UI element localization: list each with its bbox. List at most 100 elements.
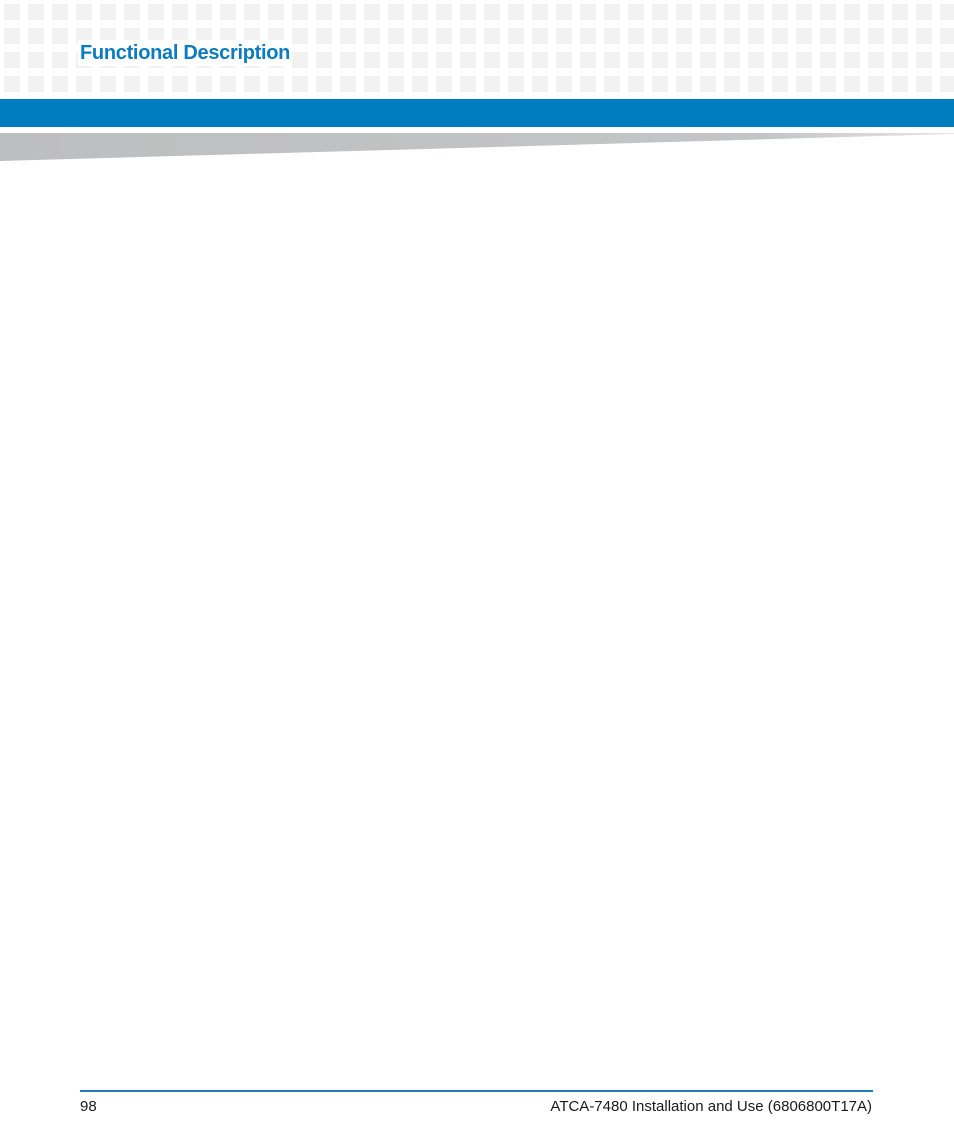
section-title: Functional Description <box>78 40 293 66</box>
decorative-square <box>748 76 764 92</box>
decorative-square <box>220 4 236 20</box>
decorative-square <box>316 28 332 44</box>
decorative-square <box>124 76 140 92</box>
decorative-square <box>628 28 644 44</box>
decorative-square <box>388 76 404 92</box>
decorative-square <box>436 52 452 68</box>
decorative-square <box>244 4 260 20</box>
decorative-square <box>772 28 788 44</box>
decorative-square <box>820 52 836 68</box>
decorative-square <box>4 76 20 92</box>
decorative-square <box>412 28 428 44</box>
decorative-square <box>292 52 308 68</box>
decorative-square <box>484 76 500 92</box>
decorative-square <box>532 52 548 68</box>
decorative-square <box>508 4 524 20</box>
decorative-square <box>28 28 44 44</box>
decorative-square <box>628 76 644 92</box>
decorative-square <box>772 76 788 92</box>
decorative-square <box>484 4 500 20</box>
decorative-square <box>508 52 524 68</box>
decorative-square <box>724 52 740 68</box>
decorative-square <box>940 4 954 20</box>
decorative-square <box>772 4 788 20</box>
decorative-square <box>268 76 284 92</box>
decorative-square <box>148 76 164 92</box>
decorative-square <box>532 28 548 44</box>
decorative-square <box>916 52 932 68</box>
decorative-square <box>316 76 332 92</box>
decorative-square <box>172 4 188 20</box>
decorative-square <box>364 52 380 68</box>
decorative-square <box>652 52 668 68</box>
document-title: ATCA-7480 Installation and Use (6806800T… <box>550 1098 872 1115</box>
decorative-square <box>844 28 860 44</box>
decorative-square <box>700 4 716 20</box>
decorative-square <box>364 28 380 44</box>
decorative-square <box>508 76 524 92</box>
decorative-square <box>340 28 356 44</box>
decorative-square <box>340 52 356 68</box>
decorative-square <box>460 52 476 68</box>
decorative-square <box>676 52 692 68</box>
decorative-square <box>676 4 692 20</box>
decorative-square <box>868 28 884 44</box>
decorative-square <box>580 4 596 20</box>
decorative-square <box>844 4 860 20</box>
decorative-square <box>604 4 620 20</box>
decorative-square <box>796 4 812 20</box>
decorative-square <box>916 76 932 92</box>
decorative-square <box>844 52 860 68</box>
decorative-square <box>916 28 932 44</box>
decorative-square <box>4 28 20 44</box>
decorative-square <box>892 76 908 92</box>
decorative-square <box>244 76 260 92</box>
decorative-square <box>700 28 716 44</box>
decorative-square <box>556 76 572 92</box>
decorative-square <box>556 28 572 44</box>
decorative-square <box>892 4 908 20</box>
decorative-square <box>340 4 356 20</box>
decorative-square <box>940 52 954 68</box>
decorative-square <box>580 28 596 44</box>
decorative-square <box>724 76 740 92</box>
decorative-square <box>436 28 452 44</box>
decorative-square <box>772 52 788 68</box>
decorative-square <box>316 4 332 20</box>
decorative-square <box>940 28 954 44</box>
decorative-square <box>556 52 572 68</box>
decorative-square <box>652 4 668 20</box>
decorative-square <box>532 76 548 92</box>
decorative-square <box>412 76 428 92</box>
decorative-square <box>292 76 308 92</box>
decorative-square <box>52 28 68 44</box>
decorative-square <box>820 76 836 92</box>
decorative-square <box>604 52 620 68</box>
decorative-square <box>148 4 164 20</box>
decorative-square <box>52 4 68 20</box>
decorative-square <box>676 76 692 92</box>
decorative-square <box>340 76 356 92</box>
decorative-square <box>700 52 716 68</box>
decorative-square <box>796 76 812 92</box>
decorative-square <box>76 4 92 20</box>
decorative-square <box>484 28 500 44</box>
decorative-square <box>412 4 428 20</box>
decorative-square <box>724 28 740 44</box>
decorative-square <box>868 52 884 68</box>
decorative-square <box>460 76 476 92</box>
decorative-square <box>124 4 140 20</box>
decorative-square <box>436 4 452 20</box>
decorative-square <box>892 52 908 68</box>
decorative-square <box>316 52 332 68</box>
decorative-square <box>52 76 68 92</box>
footer-rule <box>80 1090 873 1092</box>
decorative-square <box>52 52 68 68</box>
decorative-square <box>628 52 644 68</box>
decorative-square <box>724 4 740 20</box>
decorative-square <box>436 76 452 92</box>
decorative-square <box>916 4 932 20</box>
decorative-square <box>508 28 524 44</box>
decorative-square <box>172 76 188 92</box>
decorative-square <box>796 52 812 68</box>
